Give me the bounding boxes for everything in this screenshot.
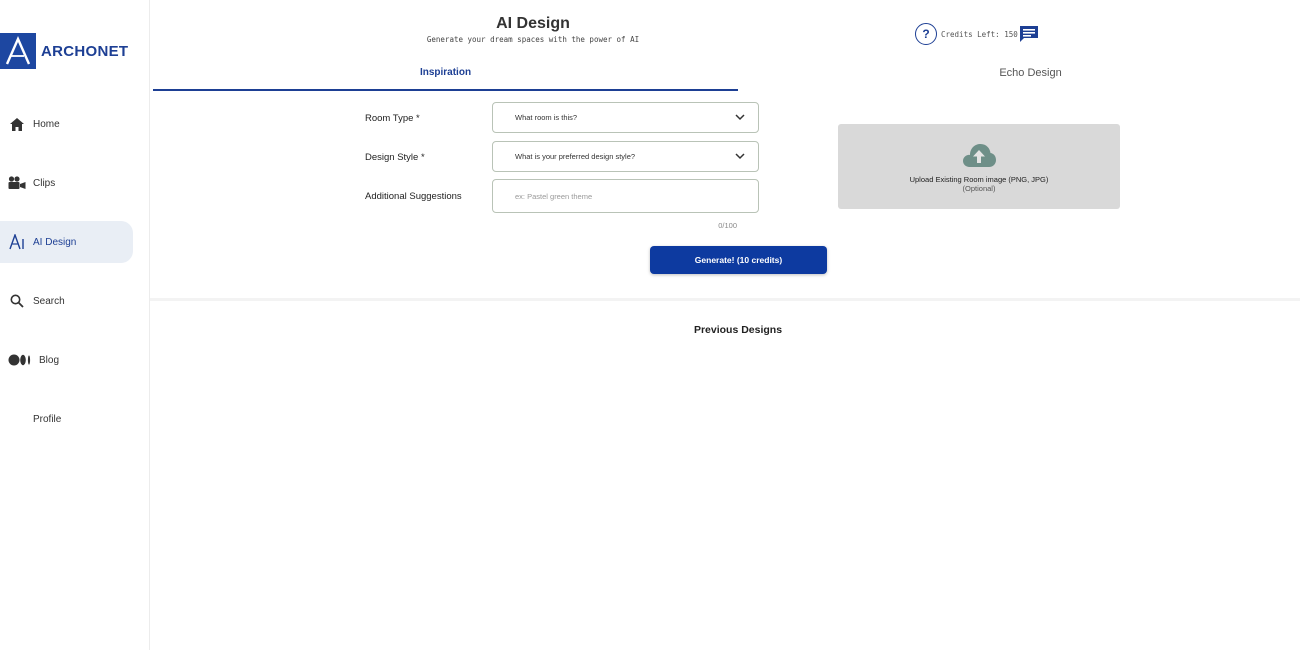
upload-room-image-dropzone[interactable]: Upload Existing Room image (PNG, JPG) (O… — [838, 124, 1120, 209]
suggestions-label: Additional Suggestions — [365, 191, 462, 202]
generate-button[interactable]: Generate! (10 credits) — [650, 246, 827, 274]
sidebar-item-label: Search — [33, 295, 65, 307]
design-style-value: What is your preferred design style? — [515, 152, 636, 161]
page-subtitle: Generate your dream spaces with the powe… — [426, 35, 640, 44]
sidebar-item-home[interactable]: Home — [0, 103, 133, 145]
design-style-label: Design Style * — [365, 152, 425, 163]
room-type-value: What room is this? — [515, 113, 578, 122]
room-type-select[interactable]: What room is this? — [492, 102, 759, 133]
home-icon — [8, 115, 26, 133]
character-counter: 0/100 — [718, 221, 737, 230]
brand-name: ARCHONET — [41, 42, 129, 60]
sidebar-item-ai-design[interactable]: AI Design — [0, 221, 133, 263]
room-type-label: Room Type * — [365, 113, 420, 124]
cloud-upload-icon — [961, 142, 997, 168]
sidebar-item-profile[interactable]: Profile — [0, 398, 133, 440]
help-circle-icon[interactable]: ? — [915, 23, 937, 45]
archonet-logo-icon — [0, 33, 36, 69]
design-style-select[interactable]: What is your preferred design style? — [492, 141, 759, 172]
upload-title: Upload Existing Room image (PNG, JPG) — [909, 175, 1049, 184]
credits-left: Credits Left: 150 — [941, 30, 1018, 39]
profile-icon — [8, 410, 26, 428]
sidebar-item-clips[interactable]: Clips — [0, 162, 133, 204]
medium-icon — [8, 351, 32, 369]
search-icon — [8, 292, 26, 310]
sidebar-item-blog[interactable]: Blog — [0, 339, 133, 381]
sidebar-item-search[interactable]: Search — [0, 280, 133, 322]
ai-design-icon — [8, 233, 26, 251]
sidebar-item-label: AI Design — [33, 236, 77, 248]
brand-logo[interactable]: ARCHONET — [0, 33, 128, 69]
sidebar-item-label: Clips — [33, 177, 56, 189]
sidebar-item-label: Profile — [33, 413, 62, 425]
sidebar-item-label: Blog — [39, 354, 60, 366]
chevron-down-icon — [735, 153, 745, 160]
tab-echo-design[interactable]: Echo Design — [738, 67, 1300, 79]
sidebar-item-label: Home — [33, 118, 60, 130]
upload-optional: (Optional) — [962, 184, 996, 193]
section-divider — [150, 298, 1300, 301]
chat-icon[interactable] — [1019, 25, 1039, 43]
chevron-down-icon — [735, 114, 745, 121]
page-title: AI Design — [496, 15, 570, 32]
tab-inspiration[interactable]: Inspiration — [153, 67, 738, 91]
previous-designs-title: Previous Designs — [693, 324, 783, 336]
suggestions-placeholder: ex: Pastel green theme — [515, 191, 593, 201]
video-camera-icon — [8, 174, 26, 192]
suggestions-input[interactable]: ex: Pastel green theme — [492, 179, 759, 213]
sidebar: ARCHONET Home Clips AI Design Search Blo… — [0, 0, 150, 650]
